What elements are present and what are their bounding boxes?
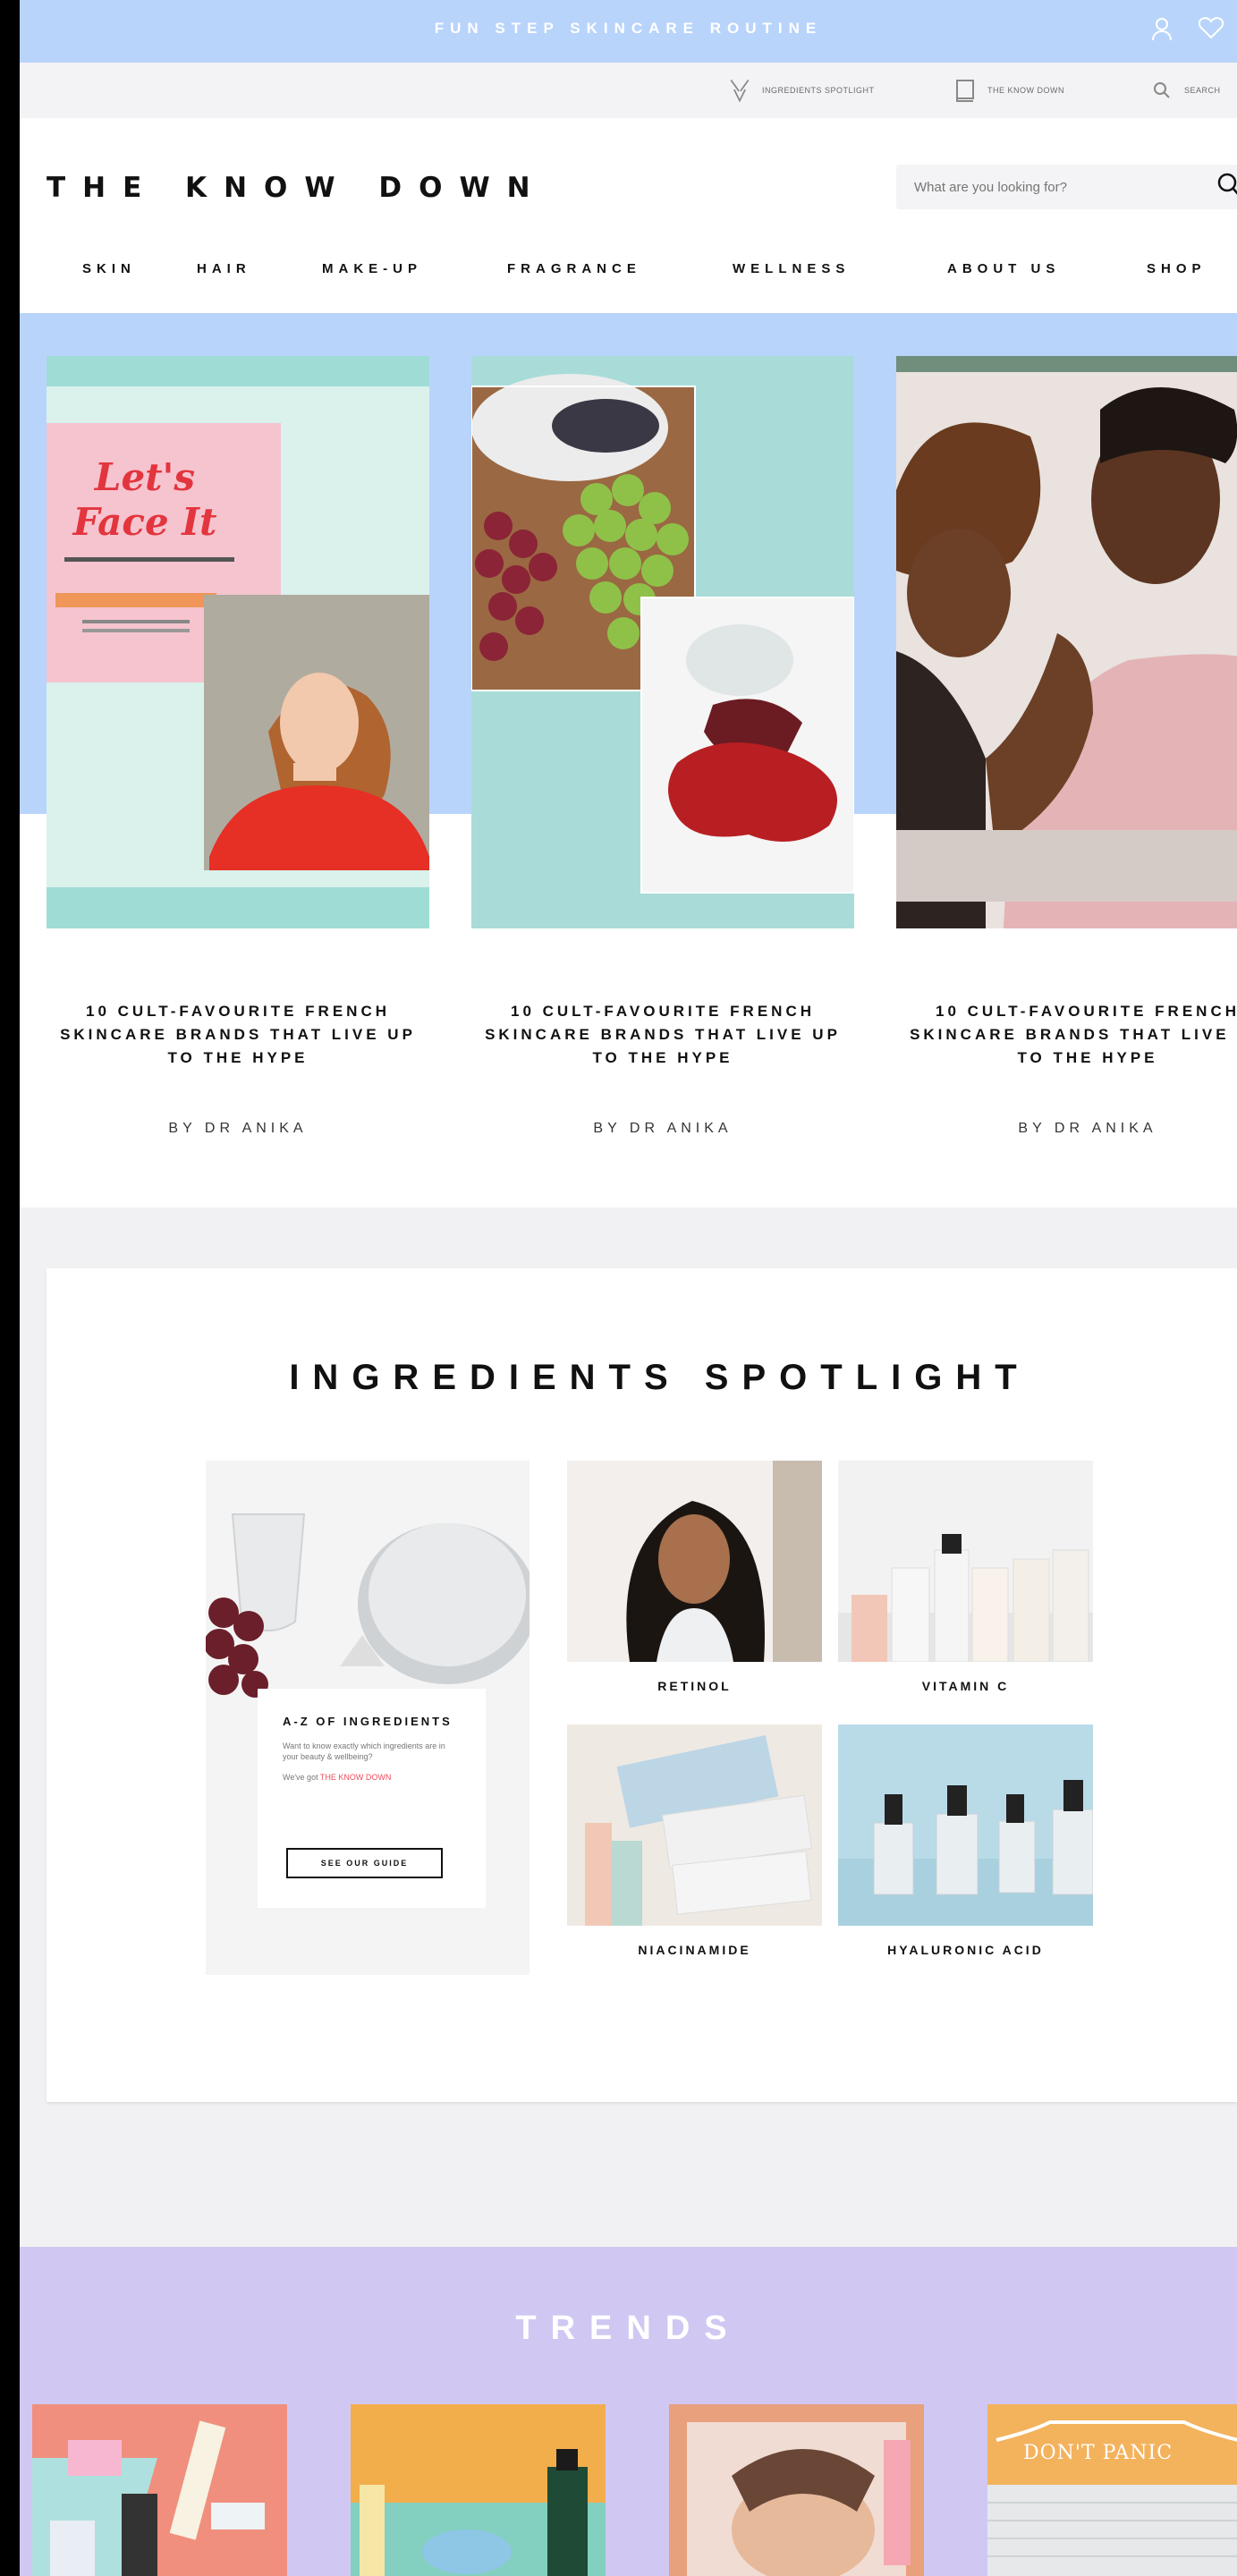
article-author: BY DR ANIKA bbox=[593, 1121, 733, 1136]
ingredient-image bbox=[838, 1461, 1093, 1662]
trend-card[interactable] bbox=[32, 2404, 287, 2576]
az-ingredients-feature[interactable]: A-Z OF INGREDIENTS Want to know exactly … bbox=[206, 1461, 530, 1975]
ingredient-label[interactable]: RETINOL bbox=[567, 1679, 822, 1693]
az-subtext-prefix: We've got bbox=[283, 1773, 320, 1782]
az-subtext-link[interactable]: THE KNOW DOWN bbox=[320, 1773, 392, 1782]
utility-bar: INGREDIENTS SPOTLIGHT THE KNOW DOWN SEAR… bbox=[20, 63, 1237, 118]
ingredient-image bbox=[567, 1461, 822, 1662]
trend-card-text: DON'T PANIC bbox=[1023, 2442, 1173, 2464]
trend-card[interactable] bbox=[669, 2404, 924, 2576]
article-image[interactable] bbox=[896, 356, 1237, 928]
ingredient-label[interactable]: VITAMIN C bbox=[838, 1679, 1093, 1693]
ingredient-image bbox=[838, 1724, 1093, 1926]
section-title: INGREDIENTS SPOTLIGHT bbox=[289, 1358, 1030, 1397]
az-description: Want to know exactly which ingredients a… bbox=[283, 1741, 445, 1761]
promo-text[interactable]: FUN STEP SKINCARE ROUTINE bbox=[20, 20, 1237, 38]
article-image[interactable]: Let's Face It bbox=[47, 356, 429, 928]
article-title[interactable]: 10 CULT-FAVOURITE FRENCH SKINCARE BRANDS… bbox=[47, 1000, 429, 1070]
search-input[interactable] bbox=[896, 165, 1182, 209]
see-our-guide-button[interactable]: SEE OUR GUIDE bbox=[286, 1848, 443, 1878]
trend-card[interactable]: DON'T PANIC bbox=[987, 2404, 1237, 2576]
book-icon bbox=[952, 77, 979, 104]
ingredients-spotlight-label: INGREDIENTS SPOTLIGHT bbox=[762, 86, 875, 95]
trend-image bbox=[351, 2404, 606, 2576]
promo-bar[interactable]: FUN STEP SKINCARE ROUTINE bbox=[20, 0, 1237, 63]
search-icon bbox=[1148, 77, 1175, 104]
article-author: BY DR ANIKA bbox=[1018, 1121, 1157, 1136]
search-icon[interactable] bbox=[1216, 172, 1237, 205]
az-ingredients-card: A-Z OF INGREDIENTS Want to know exactly … bbox=[258, 1689, 486, 1908]
trends-section: TRENDS DON'T PANIC bbox=[20, 2247, 1237, 2576]
site-header: THE KNOW DOWN SKIN HAIR MAKE-UP FRAGRANC… bbox=[20, 118, 1237, 313]
ingredient-tile-retinol[interactable]: RETINOL bbox=[567, 1461, 822, 1716]
trend-image bbox=[32, 2404, 287, 2576]
ingredient-label[interactable]: HYALURONIC ACID bbox=[838, 1943, 1093, 1957]
trend-image bbox=[669, 2404, 924, 2576]
hero-carousel: Let's Face It 10 CULT-FAVOURITE FRENCH S… bbox=[20, 313, 1237, 1208]
ingredients-spotlight-link[interactable]: INGREDIENTS SPOTLIGHT bbox=[726, 77, 875, 104]
ingredient-image bbox=[567, 1724, 822, 1926]
article-title[interactable]: 10 CULT-FAVOURITE FRENCH SKINCARE BRANDS… bbox=[471, 1000, 854, 1070]
ingredient-tile-vitamin-c[interactable]: VITAMIN C bbox=[838, 1461, 1093, 1716]
article-author: BY DR ANIKA bbox=[168, 1121, 308, 1136]
nav-skin[interactable]: SKIN bbox=[82, 261, 136, 276]
page: FUN STEP SKINCARE ROUTINE INGREDIENTS SP… bbox=[20, 0, 1237, 2576]
site-logo[interactable]: THE KNOW DOWN bbox=[47, 172, 547, 204]
nav-make-up[interactable]: MAKE-UP bbox=[322, 261, 422, 276]
search-box[interactable] bbox=[896, 165, 1237, 209]
search-link[interactable]: SEARCH bbox=[1148, 77, 1221, 104]
glossary-label: THE KNOW DOWN bbox=[987, 86, 1064, 95]
svg-text:Face It: Face It bbox=[72, 500, 217, 544]
section-title: TRENDS bbox=[515, 2309, 741, 2347]
trend-card[interactable] bbox=[351, 2404, 606, 2576]
svg-text:Let's: Let's bbox=[94, 455, 195, 499]
user-icon[interactable] bbox=[1151, 16, 1173, 47]
heart-icon[interactable] bbox=[1198, 16, 1224, 45]
flask-icon bbox=[726, 77, 753, 104]
ingredient-tile-hyaluronic-acid[interactable]: HYALURONIC ACID bbox=[838, 1724, 1093, 1979]
main-nav: SKIN HAIR MAKE-UP FRAGRANCE WELLNESS ABO… bbox=[20, 261, 1237, 292]
ingredient-tile-niacinamide[interactable]: NIACINAMIDE bbox=[567, 1724, 822, 1979]
trend-image bbox=[987, 2404, 1237, 2576]
nav-hair[interactable]: HAIR bbox=[197, 261, 251, 276]
search-label: SEARCH bbox=[1184, 86, 1221, 95]
ingredient-label[interactable]: NIACINAMIDE bbox=[567, 1943, 822, 1957]
nav-about-us[interactable]: ABOUT US bbox=[947, 261, 1060, 276]
nav-shop[interactable]: SHOP bbox=[1147, 261, 1207, 276]
nav-fragrance[interactable]: FRAGRANCE bbox=[507, 261, 641, 276]
article-title[interactable]: 10 CULT-FAVOURITE FRENCH SKINCARE BRANDS… bbox=[896, 1000, 1237, 1070]
ingredients-spotlight: INGREDIENTS SPOTLIGHT A-Z OF INGREDIENTS… bbox=[47, 1268, 1237, 2102]
article-image[interactable] bbox=[471, 356, 854, 928]
az-subtext: We've got THE KNOW DOWN bbox=[283, 1773, 461, 1782]
glossary-link[interactable]: THE KNOW DOWN bbox=[952, 77, 1064, 104]
nav-wellness[interactable]: WELLNESS bbox=[733, 261, 850, 276]
az-heading: A-Z OF INGREDIENTS bbox=[283, 1715, 453, 1728]
